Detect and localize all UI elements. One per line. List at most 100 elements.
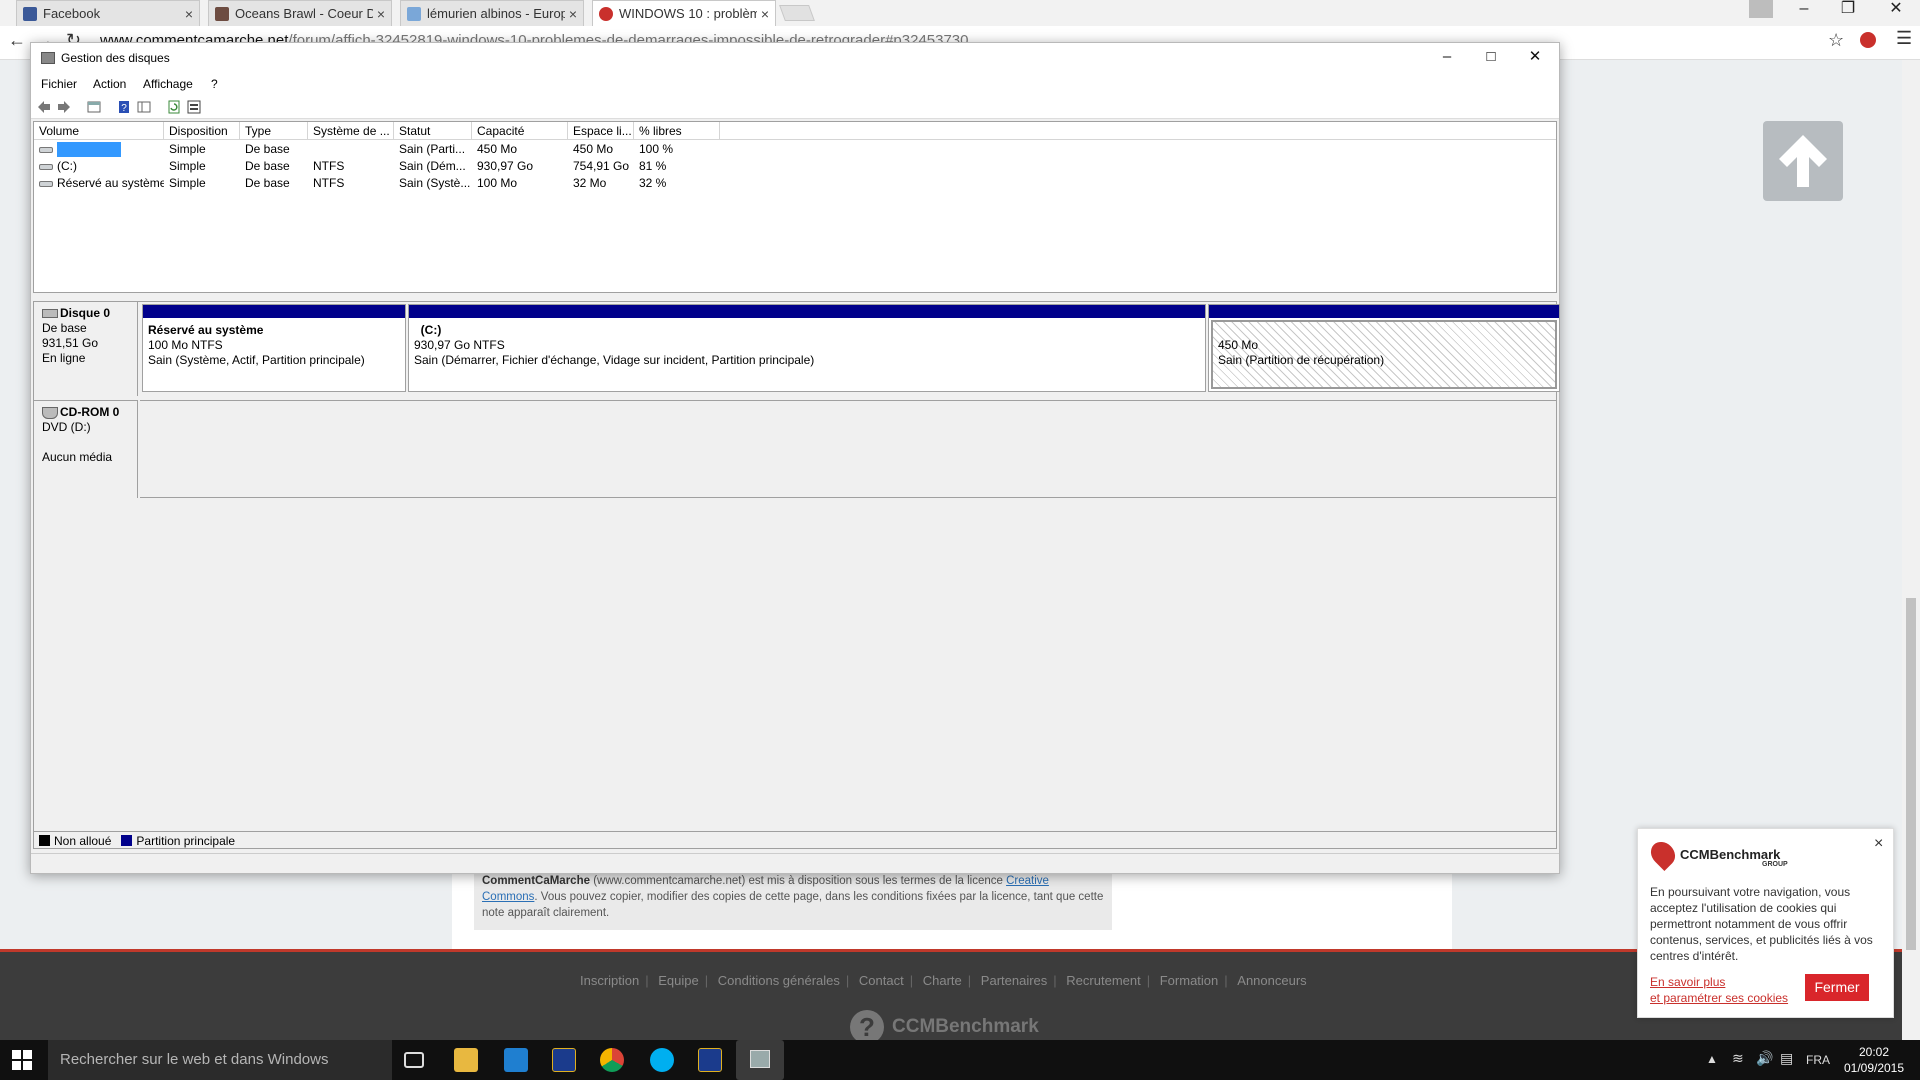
file-explorer-icon[interactable] <box>454 1048 478 1072</box>
cell-statut: Sain (Systè... <box>399 176 471 190</box>
column-filesystem[interactable]: Système de ... <box>308 122 394 140</box>
disk-management-taskbar-button[interactable] <box>736 1040 784 1080</box>
tray-expand-icon[interactable]: ▲ <box>1706 1052 1718 1066</box>
cdrom-area <box>140 400 1556 498</box>
tab-oceans-brawl[interactable]: Oceans Brawl - Coeur De × <box>208 0 392 26</box>
language-indicator[interactable]: FRA <box>1806 1053 1830 1067</box>
column-capacite[interactable]: Capacité <box>472 122 568 140</box>
footer-link[interactable]: Formation <box>1154 973 1225 988</box>
tab-windows10[interactable]: WINDOWS 10 : problème × <box>592 0 776 26</box>
menu-help[interactable]: ? <box>211 77 218 91</box>
profile-icon[interactable] <box>1749 0 1773 18</box>
taskbar-clock[interactable]: 20:02 01/09/2015 <box>1838 1044 1910 1076</box>
cell-statut: Sain (Dém... <box>399 159 466 173</box>
partition-bar <box>409 305 1205 318</box>
footer-link[interactable]: Partenaires <box>975 973 1053 988</box>
disk0-label[interactable]: Disque 0 De base 931,51 Go En ligne <box>34 302 138 396</box>
back-icon[interactable]: ← <box>8 30 26 51</box>
extension-icon[interactable] <box>1860 32 1876 48</box>
star-icon[interactable]: ☆ <box>1828 30 1844 51</box>
window-titlebar[interactable]: Gestion des disques – □ ✕ <box>31 43 1559 73</box>
partition-name: (C:) <box>420 323 442 337</box>
cell-libres: 32 % <box>639 176 667 190</box>
taskbar-search[interactable]: Rechercher sur le web et dans Windows <box>48 1040 392 1080</box>
cell-espace: 450 Mo <box>573 142 614 156</box>
refresh-icon[interactable] <box>167 100 181 114</box>
minimize-icon[interactable]: – <box>1784 0 1824 20</box>
cookie-link-line[interactable]: et paramétrer ses cookies <box>1650 990 1788 1006</box>
column-volume[interactable]: Volume <box>34 122 164 140</box>
console-tree-icon[interactable] <box>87 100 101 114</box>
close-icon[interactable]: × <box>761 6 769 22</box>
restore-icon[interactable]: ❐ <box>1828 0 1868 20</box>
close-window-icon[interactable]: ✕ <box>1876 0 1916 20</box>
tab-facebook[interactable]: Facebook × <box>16 0 200 26</box>
properties-icon[interactable] <box>187 100 201 114</box>
footer-link[interactable]: Conditions générales <box>712 973 846 988</box>
ccm-icon <box>599 6 613 21</box>
footer-link[interactable]: Recrutement <box>1060 973 1146 988</box>
close-icon[interactable]: × <box>185 6 193 22</box>
tab-lemurien[interactable]: lémurien albinos - Europe × <box>400 0 584 26</box>
cookie-group-label: GROUP <box>1762 861 1788 868</box>
partition-size: 450 Mo <box>1218 338 1259 352</box>
selected-volume[interactable] <box>57 142 121 157</box>
footer-link[interactable]: Annonceurs <box>1231 973 1312 988</box>
notification-icon[interactable]: ▤ <box>1780 1050 1793 1067</box>
scrollbar-thumb[interactable] <box>1906 598 1916 950</box>
footer-link[interactable]: Equipe <box>652 973 704 988</box>
cdrom-media: Aucun média <box>42 450 113 464</box>
footer-link[interactable]: Contact <box>853 973 910 988</box>
favicon-icon <box>215 6 229 21</box>
column-disposition[interactable]: Disposition <box>164 122 240 140</box>
chrome-icon[interactable] <box>600 1048 624 1072</box>
close-icon[interactable]: × <box>1874 835 1883 853</box>
partition-reserved[interactable]: Réservé au système 100 Mo NTFS Sain (Sys… <box>142 304 406 392</box>
minimize-icon[interactable]: – <box>1427 45 1467 69</box>
task-view-icon[interactable] <box>404 1052 424 1068</box>
cell-capacite: 450 Mo <box>477 142 518 156</box>
cookie-close-button[interactable]: Fermer <box>1805 974 1869 1001</box>
cell-libres: 100 % <box>639 142 674 156</box>
partition-selected-hatch: 450 Mo Sain (Partition de récupération) <box>1211 320 1557 389</box>
forward-icon[interactable] <box>57 100 71 114</box>
cookie-link-line[interactable]: En savoir plus <box>1650 974 1788 990</box>
toolbar: ? <box>31 95 1559 119</box>
partition-c[interactable]: (C:) 930,97 Go NTFS Sain (Démarrer, Fich… <box>408 304 1206 392</box>
menu-action[interactable]: Action <box>93 77 126 91</box>
close-icon[interactable]: × <box>377 6 385 22</box>
store-icon[interactable] <box>504 1048 528 1072</box>
cookie-link[interactable]: En savoir plus et paramétrer ses cookies <box>1650 974 1788 1006</box>
windows-start-icon[interactable] <box>12 1050 32 1070</box>
cookie-text: En poursuivant votre navigation, vous ac… <box>1650 885 1873 963</box>
close-icon[interactable]: × <box>569 6 577 22</box>
ccm-logo-icon: ? <box>850 1010 884 1044</box>
column-espace[interactable]: Espace li... <box>568 122 634 140</box>
cdrom-label[interactable]: CD-ROM 0 DVD (D:) Aucun média <box>34 400 138 498</box>
new-tab-button[interactable] <box>779 5 815 21</box>
menu-affichage[interactable]: Affichage <box>143 77 193 91</box>
cell-filesystem <box>308 140 394 157</box>
view-icon[interactable] <box>137 100 151 114</box>
maximize-icon[interactable]: □ <box>1471 45 1511 69</box>
scroll-top-button[interactable] <box>1763 121 1843 201</box>
help-icon[interactable]: ? <box>117 100 131 114</box>
cell-statut: Sain (Parti... <box>399 142 466 156</box>
cell-type: De base <box>245 159 290 173</box>
skype-icon[interactable] <box>650 1048 674 1072</box>
menu-icon[interactable]: ☰ <box>1896 28 1912 49</box>
volume-name: (C:) <box>57 159 77 173</box>
volume-icon[interactable]: 🔊 <box>1756 1050 1773 1067</box>
back-icon[interactable] <box>37 100 51 114</box>
partition-recovery[interactable]: 450 Mo Sain (Partition de récupération) <box>1208 304 1560 392</box>
column-statut[interactable]: Statut <box>394 122 472 140</box>
network-icon[interactable]: ≋ <box>1732 1050 1744 1067</box>
footer-link[interactable]: Inscription <box>574 973 645 988</box>
app-icon[interactable] <box>552 1048 576 1072</box>
column-libres[interactable]: % libres <box>634 122 720 140</box>
app-icon[interactable] <box>698 1048 722 1072</box>
menu-fichier[interactable]: Fichier <box>41 77 77 91</box>
column-type[interactable]: Type <box>240 122 308 140</box>
close-icon[interactable]: ✕ <box>1515 45 1555 69</box>
footer-link[interactable]: Charte <box>917 973 968 988</box>
